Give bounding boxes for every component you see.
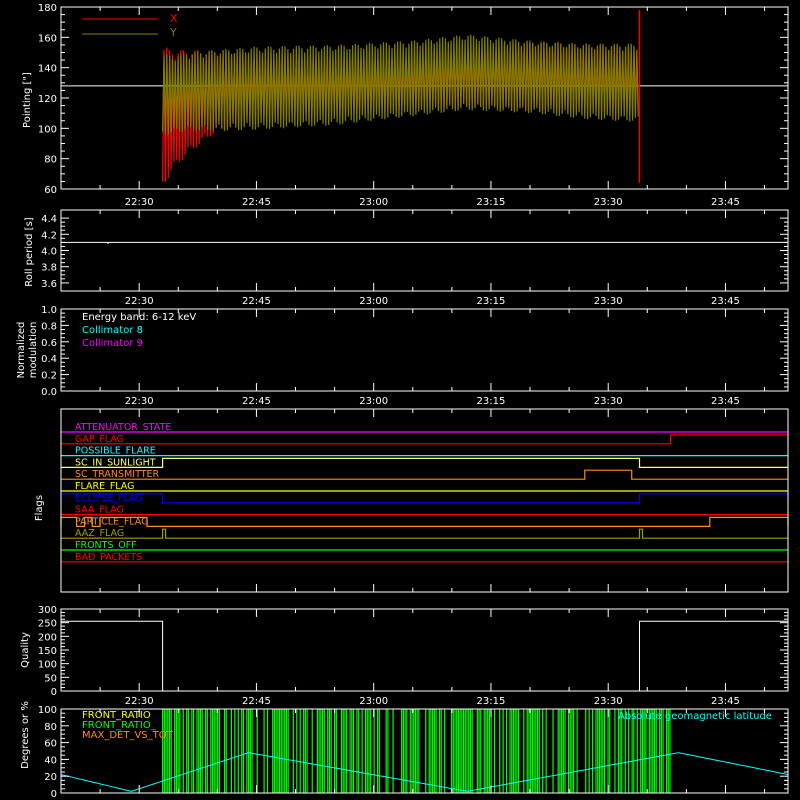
x-tick-label: 22:30 (125, 197, 154, 208)
y-tick-label: 0 (51, 687, 57, 698)
y-tick-label: 20 (44, 772, 57, 783)
x-tick-label: 23:45 (711, 396, 740, 407)
y-tick-label: 160 (38, 33, 57, 44)
x-tick-label: 23:15 (477, 197, 506, 208)
legend-collimator-8: Collimator 8 (82, 325, 143, 336)
modulation-ylabel-line1: Normalized (16, 322, 27, 379)
flag-label: BAD_PACKETS (75, 552, 142, 563)
y-tick-label: 4.2 (41, 230, 57, 241)
y-tick-label: 0.0 (41, 387, 57, 398)
x-tick-label: 23:15 (477, 296, 506, 307)
y-tick-label: 3.8 (41, 263, 57, 274)
flag-label: SC_IN_SUNLIGHT (75, 457, 156, 468)
flag-label: PARTICLE_FLAG (75, 516, 148, 527)
rhessi-quicklook-chart: Pointing ["] X Y 60 80 100 120 140 160 180 Rol… (0, 0, 800, 800)
y-tick-label: 100 (38, 124, 57, 135)
x-tick-label: 23:45 (711, 197, 740, 208)
modulation-ylabel-line2: modulation (28, 322, 39, 379)
flag-label: SC_TRANSMITTER (75, 469, 160, 480)
y-tick-label: 0.2 (41, 371, 57, 382)
x-tick-label: 23:15 (477, 696, 506, 707)
flag-label: POSSIBLE_FLARE (75, 446, 156, 457)
x-tick-label: 22:45 (242, 396, 271, 407)
legend-collimator-9: Collimator 9 (82, 338, 143, 349)
y-tick-label: 0.6 (41, 338, 57, 349)
legend-y-label: Y (169, 26, 177, 39)
y-tick-label: 250 (38, 619, 57, 630)
x-tick-label: 22:30 (125, 696, 154, 707)
y-tick-label: 0.8 (41, 321, 57, 332)
y-tick-label: 50 (44, 673, 57, 684)
flags-ylabel: Flags (34, 495, 45, 521)
x-tick-label: 22:30 (125, 296, 154, 307)
legend-geomag-latitude: Absolute geomagnetic latitude (618, 711, 772, 722)
x-tick-label: 23:00 (359, 296, 388, 307)
y-tick-label: 0.4 (41, 354, 57, 365)
x-tick-label: 22:45 (242, 296, 271, 307)
flag-label: FLARE_FLAG (75, 481, 135, 492)
pointing-ylabel: Pointing ["] (22, 72, 33, 128)
x-tick-label: 23:45 (711, 696, 740, 707)
y-tick-label: 150 (38, 646, 57, 657)
y-tick-label: 100 (38, 660, 57, 671)
flag-label: SAA_FLAG (75, 505, 124, 516)
x-tick-label: 23:30 (594, 197, 623, 208)
x-tick-label: 23:00 (359, 396, 388, 407)
y-tick-label: 80 (44, 155, 57, 166)
roll-ylabel: Roll period [s] (24, 217, 35, 286)
y-tick-label: 180 (38, 3, 57, 14)
y-tick-label: 60 (44, 739, 57, 750)
x-tick-label: 22:45 (242, 696, 271, 707)
x-tick-label: 23:00 (359, 696, 388, 707)
flag-label: ATTENUATOR_STATE (75, 422, 171, 433)
flag-label: AAZ_FLAG (75, 528, 124, 539)
x-tick-label: 23:30 (594, 296, 623, 307)
y-tick-label: 4.4 (41, 214, 57, 225)
y-tick-label: 0 (51, 789, 57, 800)
y-tick-label: 3.6 (41, 279, 57, 290)
y-tick-label: 300 (38, 605, 57, 616)
quality-ylabel: Quality (20, 632, 31, 668)
y-tick-label: 40 (44, 755, 57, 766)
x-tick-label: 22:45 (242, 197, 271, 208)
latitude-ylabel: Degrees or % (20, 701, 31, 769)
x-tick-label: 23:15 (477, 396, 506, 407)
flag-label: GAP_FLAG (75, 434, 124, 445)
flag-label: ECLIPSE_FLAG (75, 493, 143, 504)
y-tick-label: 60 (44, 185, 57, 196)
flag-label: FRONTS_OFF (75, 540, 137, 551)
legend-max-det: MAX_DET_VS_TOT (82, 730, 174, 741)
x-tick-label: 22:30 (125, 396, 154, 407)
y-tick-label: 80 (44, 722, 57, 733)
x-tick-label: 23:30 (594, 696, 623, 707)
y-tick-label: 1.0 (41, 305, 57, 316)
legend-x-label: X (170, 12, 178, 25)
x-tick-label: 23:00 (359, 197, 388, 208)
y-tick-label: 100 (38, 705, 57, 716)
y-tick-label: 200 (38, 632, 57, 643)
y-tick-label: 140 (38, 64, 57, 75)
y-tick-label: 120 (38, 94, 57, 105)
x-tick-label: 23:30 (594, 396, 623, 407)
x-tick-label: 23:45 (711, 296, 740, 307)
y-tick-label: 4.0 (41, 247, 57, 258)
